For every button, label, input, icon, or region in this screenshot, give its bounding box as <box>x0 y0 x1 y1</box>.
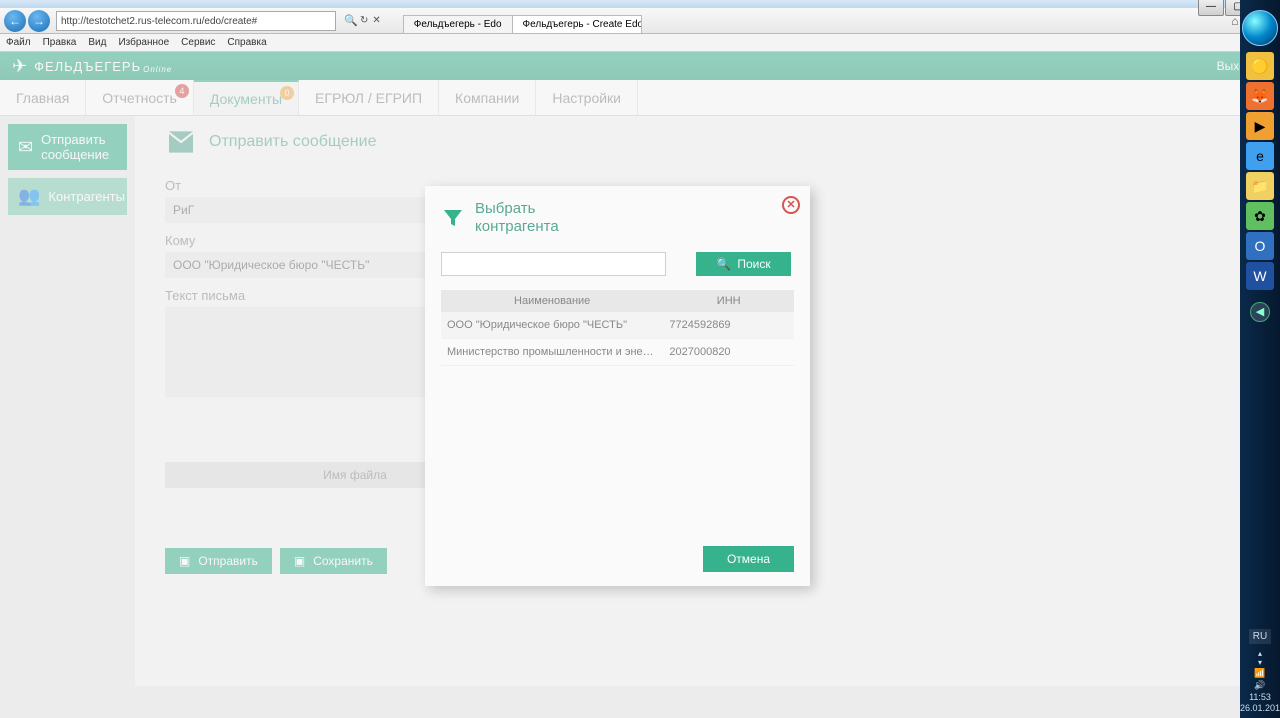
taskbar-firefox-icon[interactable]: 🦊 <box>1246 82 1274 110</box>
search-icon: 🔍 <box>716 257 731 271</box>
cell-name: ООО "Юридическое бюро "ЧЕСТЬ" <box>441 312 663 339</box>
browser-menu-bar: Файл Правка Вид Избранное Сервис Справка <box>0 34 1280 52</box>
cell-inn: 7724592869 <box>663 312 794 339</box>
modal-cancel-button[interactable]: Отмена <box>703 546 794 572</box>
tray-language[interactable]: RU <box>1249 629 1271 644</box>
taskbar-icon[interactable]: 🟡 <box>1246 52 1274 80</box>
taskbar-ie-icon[interactable]: e <box>1246 142 1274 170</box>
taskbar-icq-icon[interactable]: ✿ <box>1246 202 1274 230</box>
tray-arrows-icon[interactable]: ▴▾ <box>1240 649 1280 667</box>
tray-wifi-icon[interactable]: 📶 <box>1240 668 1280 679</box>
taskbar-outlook-icon[interactable]: O <box>1246 232 1274 260</box>
windows-sidebar: 🟡 🦊 ▶ e 📁 ✿ O W ◀ RU ▴▾ 📶 🔊 11:53 26.01.… <box>1240 0 1280 718</box>
tray-date[interactable]: 26.01.2015 <box>1240 703 1280 713</box>
modal-title: Выбрать контрагента <box>441 200 794 236</box>
cell-name: Министерство промышленности и энергети..… <box>441 339 663 366</box>
modal-search-input[interactable] <box>441 252 666 276</box>
menu-edit[interactable]: Правка <box>43 37 77 48</box>
browser-url-bar[interactable]: http://testotchet2.rus-telecom.ru/edo/cr… <box>56 11 336 31</box>
window-titlebar: — ▢ ✕ <box>0 0 1280 8</box>
cell-inn: 2027000820 <box>663 339 794 366</box>
sidebar-nav-arrow[interactable]: ◀ <box>1250 302 1270 322</box>
menu-favorites[interactable]: Избранное <box>118 37 169 48</box>
table-row[interactable]: Министерство промышленности и энергети..… <box>441 339 794 366</box>
select-contragent-modal: ✕ Выбрать контрагента 🔍 Поиск Наименован… <box>425 186 810 586</box>
browser-refresh-button[interactable]: ↻ <box>360 15 368 26</box>
modal-search-button[interactable]: 🔍 Поиск <box>696 252 791 276</box>
taskbar-word-icon[interactable]: W <box>1246 262 1274 290</box>
taskbar-explorer-icon[interactable]: 📁 <box>1246 172 1274 200</box>
menu-service[interactable]: Сервис <box>181 37 215 48</box>
table-row[interactable]: ООО "Юридическое бюро "ЧЕСТЬ" 7724592869 <box>441 312 794 339</box>
browser-tab[interactable]: Фельдъегерь - Create Edo✕ <box>512 15 642 33</box>
search-icon[interactable]: 🔍 <box>344 14 358 28</box>
menu-help[interactable]: Справка <box>227 37 266 48</box>
window-minimize-button[interactable]: — <box>1198 0 1224 16</box>
modal-close-button[interactable]: ✕ <box>782 196 800 214</box>
menu-view[interactable]: Вид <box>88 37 106 48</box>
browser-forward-button[interactable]: → <box>28 10 50 32</box>
menu-file[interactable]: Файл <box>6 37 31 48</box>
search-label: Поиск <box>737 257 770 271</box>
browser-stop-button[interactable]: ✕ <box>372 15 380 26</box>
browser-nav-bar: ← → http://testotchet2.rus-telecom.ru/ed… <box>0 8 1280 34</box>
col-inn: ИНН <box>663 290 794 312</box>
tab-label: Фельдъегерь - Create Edo <box>523 19 642 30</box>
tray-volume-icon[interactable]: 🔊 <box>1240 680 1280 691</box>
start-orb[interactable] <box>1242 10 1278 46</box>
tab-label: Фельдъегерь - Edo <box>414 19 502 30</box>
contragents-table: Наименование ИНН ООО "Юридическое бюро "… <box>441 290 794 366</box>
taskbar-media-icon[interactable]: ▶ <box>1246 112 1274 140</box>
browser-back-button[interactable]: ← <box>4 10 26 32</box>
tray-time[interactable]: 11:53 <box>1240 692 1280 702</box>
funnel-icon <box>441 204 465 232</box>
browser-tab[interactable]: Фельдъегерь - Edo <box>403 15 513 33</box>
col-name: Наименование <box>441 290 663 312</box>
system-tray: RU ▴▾ 📶 🔊 11:53 26.01.2015 <box>1240 624 1280 718</box>
